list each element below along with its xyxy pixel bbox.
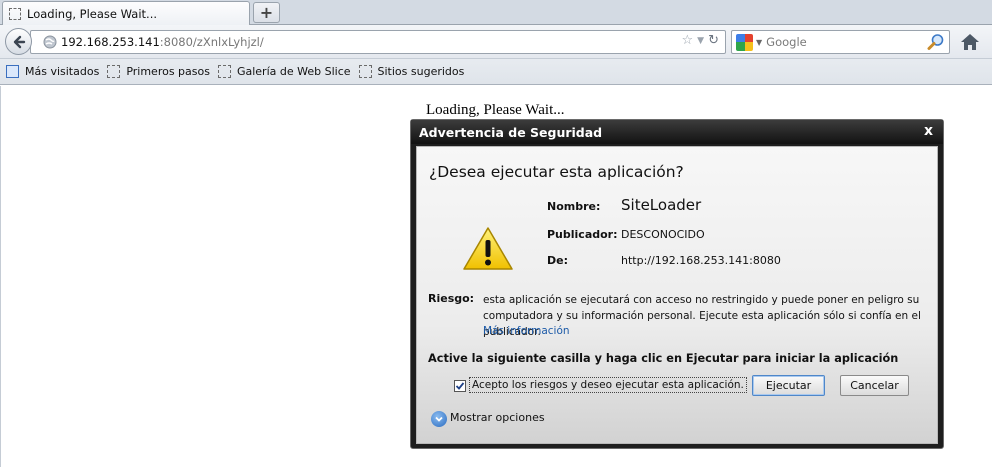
most-visited-icon: [6, 65, 19, 78]
bookmark-label: Sitios sugeridos: [377, 65, 465, 78]
name-label: Nombre:: [547, 200, 601, 213]
publisher-label: Publicador:: [547, 228, 618, 241]
history-dropdown-icon[interactable]: ▼: [697, 36, 704, 46]
magnifier-icon[interactable]: [927, 33, 945, 51]
google-engine-icon[interactable]: [736, 33, 753, 51]
url-host: 192.168.253.141: [61, 35, 160, 49]
bookmark-web-slice-gallery[interactable]: Galería de Web Slice: [217, 65, 351, 78]
bookmark-placeholder-icon: [217, 65, 231, 78]
run-button[interactable]: Ejecutar: [752, 375, 825, 396]
chevron-down-icon: [435, 416, 443, 422]
loading-text: Loading, Please Wait...: [426, 102, 565, 118]
show-options-link[interactable]: Mostrar opciones: [450, 411, 545, 424]
dialog-titlebar[interactable]: Advertencia de Seguridad x: [411, 120, 943, 144]
bookmark-label: Más visitados: [25, 65, 100, 78]
cancel-button[interactable]: Cancelar: [840, 375, 909, 396]
bookmark-suggested-sites[interactable]: Sitios sugeridos: [358, 65, 465, 78]
url-path: :8080/zXnlxLyhjzl/: [159, 35, 264, 49]
bookmarks-toolbar: Más visitados Primeros pasos Galería de …: [0, 59, 992, 85]
bookmark-star-icon[interactable]: ☆: [682, 33, 694, 48]
risk-label: Riesgo:: [428, 292, 475, 305]
tab-title: Loading, Please Wait...: [27, 6, 158, 21]
address-bar[interactable]: 192.168.253.141 :8080/zXnlxLyhjzl/ ☆ ▼ ↻: [30, 30, 726, 54]
engine-dropdown-icon[interactable]: ▼: [756, 38, 762, 47]
globe-icon: [43, 35, 57, 49]
new-tab-button[interactable]: +: [253, 2, 280, 23]
tab-strip: Loading, Please Wait... +: [0, 0, 992, 25]
more-info-link[interactable]: Más información: [483, 325, 570, 337]
warning-triangle-icon: [463, 227, 513, 270]
from-value: http://192.168.253.141:8080: [621, 254, 781, 267]
navigation-toolbar: 192.168.253.141 :8080/zXnlxLyhjzl/ ☆ ▼ ↻…: [0, 25, 992, 59]
dialog-title: Advertencia de Seguridad: [419, 124, 603, 140]
bookmark-placeholder-icon: [358, 65, 372, 78]
home-icon[interactable]: [959, 32, 981, 52]
bookmark-label: Primeros pasos: [126, 65, 210, 78]
reload-icon[interactable]: ↻: [708, 33, 719, 48]
run-instruction: Active la siguiente casilla y haga clic …: [428, 352, 899, 365]
accept-risk-label[interactable]: Acepto los riesgos y deseo ejecutar esta…: [469, 377, 747, 393]
bookmark-first-steps[interactable]: Primeros pasos: [107, 65, 210, 78]
close-icon[interactable]: x: [924, 123, 933, 139]
checkmark-icon: [455, 382, 465, 390]
bookmark-most-visited[interactable]: Más visitados: [6, 65, 99, 78]
back-arrow-icon: [13, 35, 25, 48]
back-button[interactable]: [5, 28, 32, 55]
name-value: SiteLoader: [621, 196, 702, 214]
page-favicon-icon: [9, 7, 21, 20]
dialog-question: ¿Desea ejecutar esta aplicación?: [429, 163, 684, 181]
search-input[interactable]: Google: [766, 35, 807, 49]
publisher-value: DESCONOCIDO: [621, 228, 705, 241]
security-warning-dialog: Advertencia de Seguridad x ¿Desea ejecut…: [410, 119, 944, 449]
from-label: De:: [547, 254, 568, 267]
browser-tab[interactable]: Loading, Please Wait...: [2, 1, 250, 25]
bookmark-placeholder-icon: [107, 65, 121, 78]
search-bar[interactable]: ▼ Google: [731, 30, 950, 54]
dialog-body: ¿Desea ejecutar esta aplicación? Nombre:…: [416, 146, 938, 444]
bookmark-label: Galería de Web Slice: [236, 65, 351, 78]
chevron-down-circle-icon[interactable]: [431, 411, 447, 427]
accept-risk-checkbox[interactable]: [454, 380, 466, 392]
